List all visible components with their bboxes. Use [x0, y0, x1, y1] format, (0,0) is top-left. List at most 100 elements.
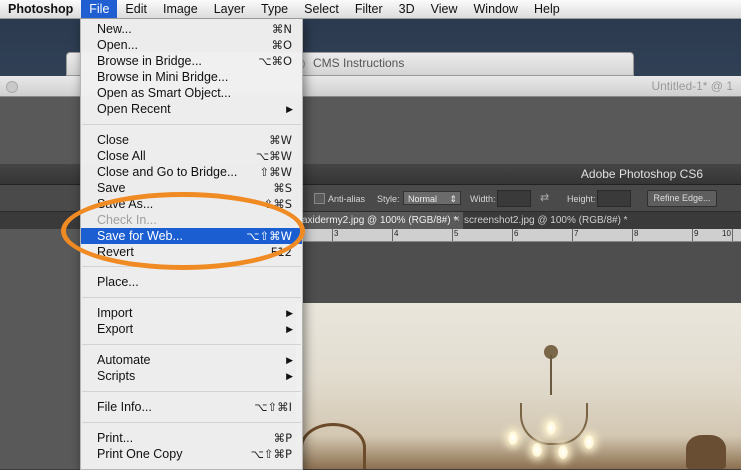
style-select[interactable]: Normal ⇕ — [403, 191, 461, 205]
menu-3d[interactable]: 3D — [391, 0, 423, 18]
tab-screenshot2[interactable]: screenshot2.jpg @ 100% (RGB/8#) * — [458, 212, 634, 229]
light-bulb — [546, 421, 556, 435]
menu-type[interactable]: Type — [253, 0, 296, 18]
menu-item-label: Automate — [97, 353, 151, 367]
style-value: Normal — [408, 194, 438, 204]
menu-item-label: Import — [97, 306, 133, 320]
menu-item-save-as[interactable]: Save As... ⇧⌘S — [81, 196, 302, 212]
shortcut: ⌘S — [273, 181, 292, 195]
menu-layer[interactable]: Layer — [206, 0, 253, 18]
width-input[interactable] — [497, 190, 531, 207]
menu-filter[interactable]: Filter — [347, 0, 391, 18]
menu-item-check-in: Check In... — [81, 212, 302, 228]
photoshop-title: Adobe Photoshop CS6 — [580, 167, 703, 181]
untitled-window-title: Untitled-1* @ 1 — [651, 79, 733, 93]
menu-item-import[interactable]: Import ▶ — [81, 305, 302, 321]
tab-taxidermy2[interactable]: axidermy2.jpg @ 100% (RGB/8#) * — [296, 212, 464, 229]
menu-item-label: Print One Copy — [97, 447, 183, 461]
menu-item-revert[interactable]: Revert F12 — [81, 244, 302, 260]
menu-help[interactable]: Help — [526, 0, 568, 18]
ruler-number: 7 — [574, 229, 579, 238]
menu-item-open-as-smart-object[interactable]: Open as Smart Object... — [81, 85, 302, 101]
menu-item-label: Scripts — [97, 369, 136, 383]
menu-separator — [82, 297, 301, 298]
shortcut: ⇧⌘W — [259, 165, 292, 179]
menu-view[interactable]: View — [423, 0, 466, 18]
menu-select[interactable]: Select — [296, 0, 347, 18]
light-bulb — [558, 445, 568, 459]
menu-item-scripts[interactable]: Scripts ▶ — [81, 368, 302, 384]
submenu-arrow-icon: ▶ — [286, 104, 293, 114]
window-close-icon[interactable] — [6, 81, 18, 93]
ruler-number: 6 — [514, 229, 519, 238]
menu-item-label: Close and Go to Bridge... — [97, 165, 238, 179]
submenu-arrow-icon: ▶ — [286, 324, 293, 334]
menu-window[interactable]: Window — [466, 0, 526, 18]
ruler-tick — [732, 229, 733, 241]
menu-item-label: File Info... — [97, 400, 152, 414]
height-input[interactable] — [597, 190, 631, 207]
menu-item-automate[interactable]: Automate ▶ — [81, 352, 302, 368]
shortcut: ⌥⇧⌘W — [246, 229, 292, 243]
shortcut: F12 — [270, 245, 292, 259]
shortcut: ⌘W — [269, 133, 292, 147]
ruler-number: 4 — [394, 229, 399, 238]
antler-trophy — [300, 423, 366, 469]
menu-item-label: Close All — [97, 149, 146, 163]
menu-separator — [82, 344, 301, 345]
menu-item-label: Open as Smart Object... — [97, 86, 232, 100]
menu-item-place[interactable]: Place... — [81, 274, 302, 290]
shortcut: ⌘O — [271, 38, 292, 52]
ruler-number: 8 — [634, 229, 639, 238]
menu-file[interactable]: File — [81, 0, 118, 18]
shortcut: ⇧⌘S — [263, 197, 292, 211]
ruler-number: 9 — [694, 229, 699, 238]
menu-item-file-info[interactable]: File Info... ⌥⇧⌘I — [81, 399, 302, 415]
stepper-icon: ⇕ — [449, 194, 457, 204]
shortcut: ⌥⌘W — [255, 149, 292, 163]
menu-item-label: Check In... — [97, 213, 157, 227]
menu-item-close[interactable]: Close ⌘W — [81, 132, 302, 148]
submenu-arrow-icon: ▶ — [286, 308, 293, 318]
antialias-checkbox[interactable] — [314, 193, 325, 204]
menu-item-label: Revert — [97, 245, 134, 259]
menu-item-close-and-go-to-bridge[interactable]: Close and Go to Bridge... ⇧⌘W — [81, 164, 302, 180]
antialias-label: Anti-alias — [328, 194, 366, 204]
refine-edge-button[interactable]: Refine Edge... — [647, 190, 717, 207]
ruler-number: 10 — [722, 229, 731, 238]
menu-item-browse-in-mini-bridge[interactable]: Browse in Mini Bridge... — [81, 69, 302, 85]
ruler-tick — [512, 229, 513, 241]
file-menu-dropdown: New... ⌘N Open... ⌘O Browse in Bridge...… — [80, 18, 303, 470]
menu-item-print-one-copy[interactable]: Print One Copy ⌥⇧⌘P — [81, 446, 302, 462]
ruler-tick — [692, 229, 693, 241]
shortcut: ⌥⇧⌘P — [250, 447, 292, 461]
ruler-number: 3 — [334, 229, 339, 238]
menu-bar: Photoshop File Edit Image Layer Type Sel… — [0, 0, 741, 19]
menu-item-label: Place... — [97, 275, 139, 289]
menu-photoshop[interactable]: Photoshop — [0, 0, 81, 18]
shortcut: ⌘N — [271, 22, 292, 36]
menu-image[interactable]: Image — [155, 0, 206, 18]
menu-item-label: Browse in Mini Bridge... — [97, 70, 229, 84]
menu-item-label: Export — [97, 322, 134, 336]
document-photo[interactable] — [296, 303, 741, 469]
menu-edit[interactable]: Edit — [117, 0, 155, 18]
menu-item-export[interactable]: Export ▶ — [81, 321, 302, 337]
light-bulb — [584, 435, 594, 449]
menu-item-open[interactable]: Open... ⌘O — [81, 37, 302, 53]
menu-item-label: Print... — [97, 431, 134, 445]
menu-item-label: New... — [97, 22, 132, 36]
menu-item-browse-in-bridge[interactable]: Browse in Bridge... ⌥⌘O — [81, 53, 302, 69]
menu-item-open-recent[interactable]: Open Recent ▶ — [81, 101, 302, 117]
menu-item-save-for-web[interactable]: Save for Web... ⌥⇧⌘W — [81, 228, 302, 244]
swap-dimensions-icon[interactable]: ⇄ — [540, 191, 549, 204]
menu-item-label: Save — [97, 181, 126, 195]
menu-item-new[interactable]: New... ⌘N — [81, 21, 302, 37]
ruler-tick — [632, 229, 633, 241]
light-bulb — [532, 443, 542, 457]
menu-item-save[interactable]: Save ⌘S — [81, 180, 302, 196]
width-label: Width: — [470, 194, 496, 204]
menu-item-print[interactable]: Print... ⌘P — [81, 430, 302, 446]
ruler-tick — [332, 229, 333, 241]
menu-item-close-all[interactable]: Close All ⌥⌘W — [81, 148, 302, 164]
